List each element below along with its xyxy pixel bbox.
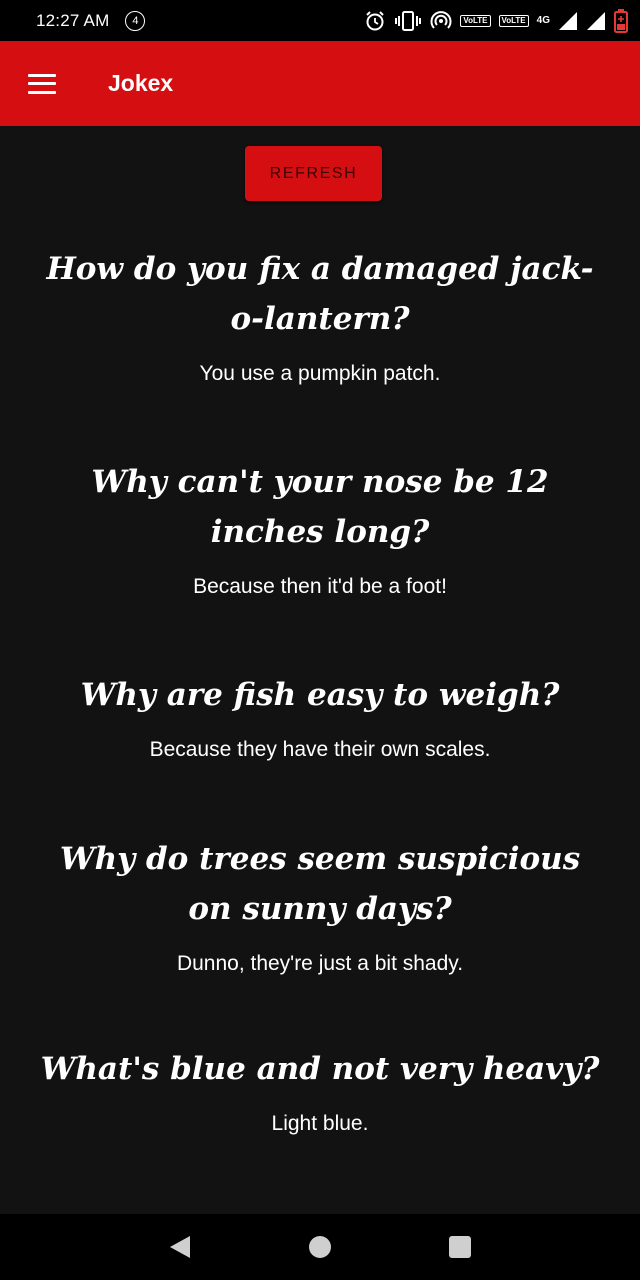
joke-question: How do you fix a damaged jack-o-lantern? xyxy=(46,251,594,337)
volte1-badge: VoLTE xyxy=(460,14,491,27)
app-title: Jokex xyxy=(108,70,174,96)
signal-icon xyxy=(559,11,577,30)
home-button[interactable] xyxy=(300,1227,340,1267)
refresh-button[interactable]: REFRESH xyxy=(245,146,382,201)
joke-answer: You use a pumpkin patch. xyxy=(199,362,441,385)
network-type: 4G xyxy=(536,15,550,26)
joke-answer: Because then it'd be a foot! xyxy=(193,575,447,598)
joke-item: Why are fish easy to weigh? Because they… xyxy=(40,670,600,762)
alarm-icon xyxy=(366,10,385,30)
joke-item: Why do trees seem suspicious on sunny da… xyxy=(40,834,600,976)
vibrate-icon xyxy=(395,10,422,31)
joke-answer: Light blue. xyxy=(271,1112,369,1135)
recents-icon xyxy=(449,1236,471,1258)
signal-icon-2 xyxy=(587,11,605,30)
menu-button[interactable] xyxy=(0,41,84,126)
notification-count-badge: 4 xyxy=(125,10,146,31)
joke-answer: Because they have their own scales. xyxy=(149,738,491,761)
volte2-badge: VoLTE xyxy=(498,14,529,27)
joke-question: What's blue and not very heavy? xyxy=(40,1051,600,1087)
status-bar: 12:27 AM 4 VoLTE VoLTE 4G xyxy=(0,0,640,41)
joke-question: Why do trees seem suspicious on sunny da… xyxy=(59,841,581,927)
joke-item: What's blue and not very heavy? Light bl… xyxy=(40,1044,600,1136)
joke-item: How do you fix a damaged jack-o-lantern?… xyxy=(40,244,600,386)
system-nav-bar xyxy=(0,1214,640,1280)
status-time: 12:27 AM xyxy=(36,10,110,30)
joke-question: Why are fish easy to weigh? xyxy=(80,677,560,713)
status-icons: VoLTE VoLTE 4G xyxy=(364,0,628,41)
back-button[interactable] xyxy=(160,1227,200,1267)
home-icon xyxy=(309,1236,331,1258)
joke-question: Why can't your nose be 12 inches long? xyxy=(91,464,549,550)
hamburger-menu-icon xyxy=(28,73,56,94)
app-bar: Jokex xyxy=(0,41,640,126)
joke-item: Why can't your nose be 12 inches long? B… xyxy=(40,457,600,599)
recents-button[interactable] xyxy=(440,1227,480,1267)
hotspot-icon xyxy=(430,10,452,29)
battery-icon xyxy=(614,8,628,33)
joke-list: REFRESH How do you fix a damaged jack-o-… xyxy=(0,126,640,1214)
joke-answer: Dunno, they're just a bit shady. xyxy=(176,952,464,975)
back-icon xyxy=(170,1236,190,1258)
